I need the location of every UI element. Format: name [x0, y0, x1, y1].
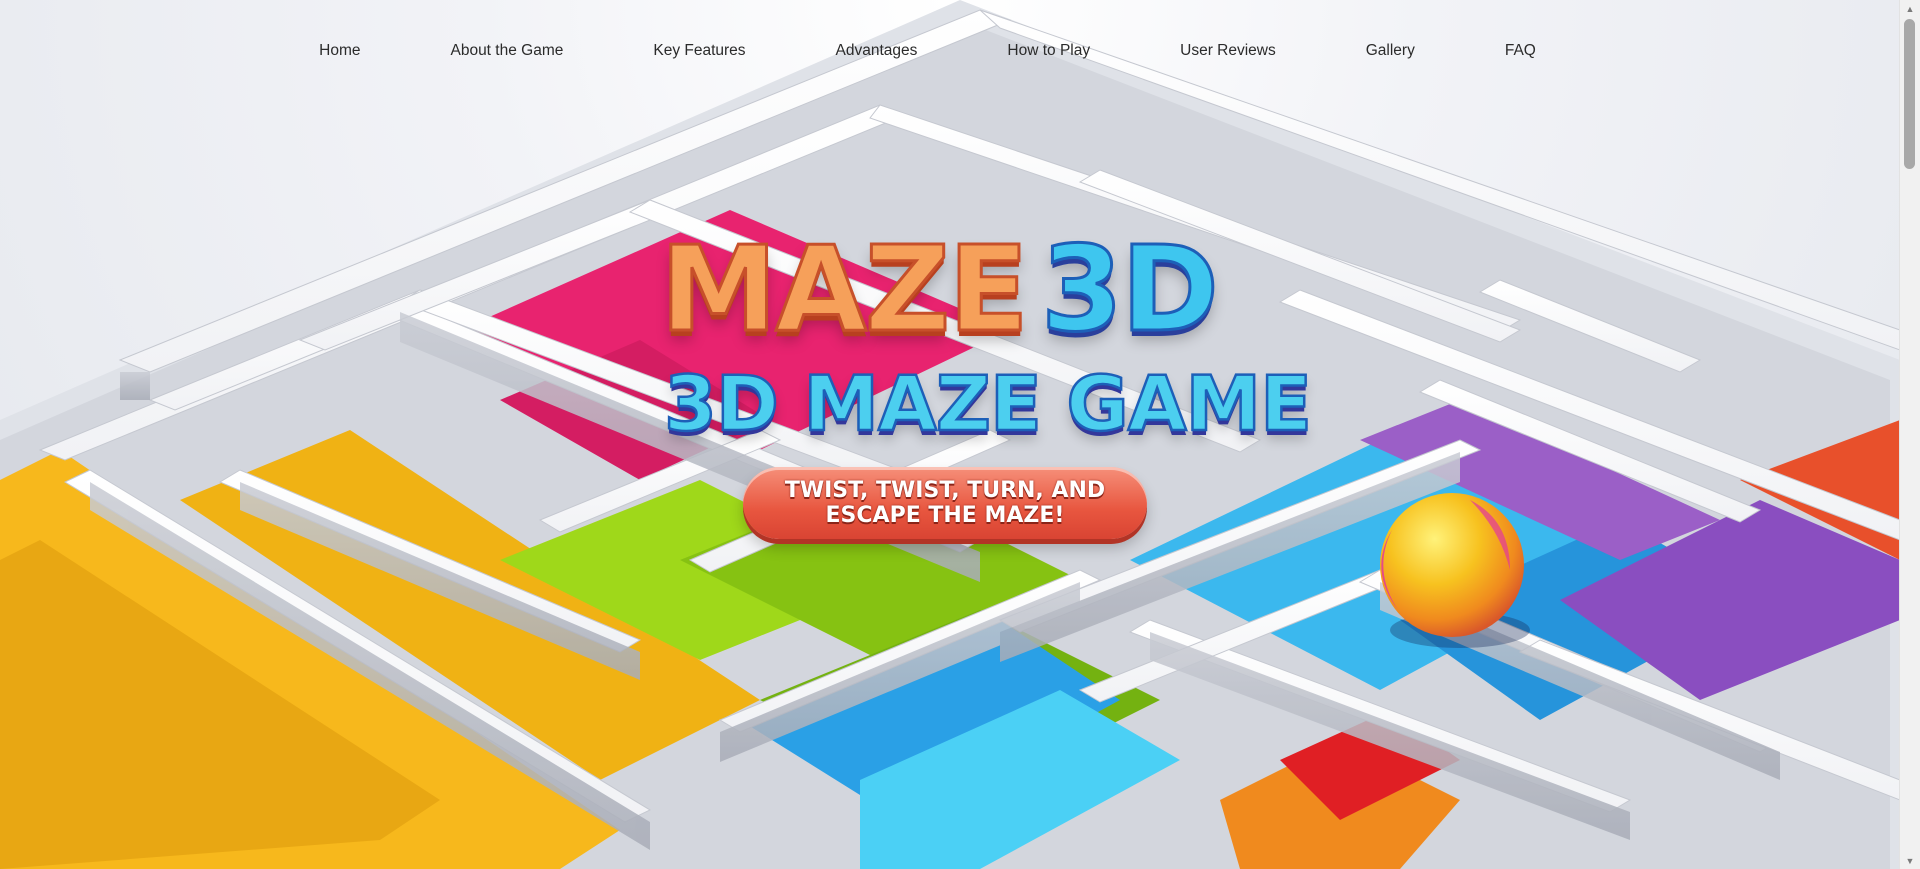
scroll-down-arrow-icon[interactable]: ▼ [1900, 852, 1920, 869]
main-navigation: Home About the Game Key Features Advanta… [0, 36, 1900, 66]
nav-link-home[interactable]: Home [319, 36, 360, 66]
nav-link-faq[interactable]: FAQ [1505, 36, 1536, 66]
scroll-up-arrow-icon[interactable]: ▲ [1900, 0, 1920, 17]
nav-link-about-the-game[interactable]: About the Game [450, 36, 563, 66]
game-logo: MAZE 3D 3D MAZE GAME TWIST, TWIST, TURN, … [640, 220, 1313, 550]
scrollbar-thumb[interactable] [1904, 19, 1915, 169]
logo-title: MAZE 3D [659, 229, 1221, 350]
nav-link-user-reviews[interactable]: User Reviews [1180, 36, 1276, 66]
nav-link-key-features[interactable]: Key Features [653, 36, 745, 66]
tagline-text: TWIST, TWIST, TURN, AND ESCAPE THE MAZE! [784, 478, 1106, 528]
page: Home About the Game Key Features Advanta… [0, 0, 1900, 869]
logo-word-3d: 3D [1039, 220, 1220, 358]
tagline-badge: TWIST, TWIST, TURN, AND ESCAPE THE MAZE! [743, 467, 1147, 539]
logo-word-maze: MAZE [659, 220, 1031, 358]
nav-link-gallery[interactable]: Gallery [1366, 36, 1415, 66]
nav-link-advantages[interactable]: Advantages [836, 36, 918, 66]
vertical-scrollbar[interactable]: ▲ ▼ [1899, 0, 1920, 869]
nav-link-how-to-play[interactable]: How to Play [1007, 36, 1090, 66]
logo-subtitle: 3D MAZE GAME [663, 359, 1314, 448]
